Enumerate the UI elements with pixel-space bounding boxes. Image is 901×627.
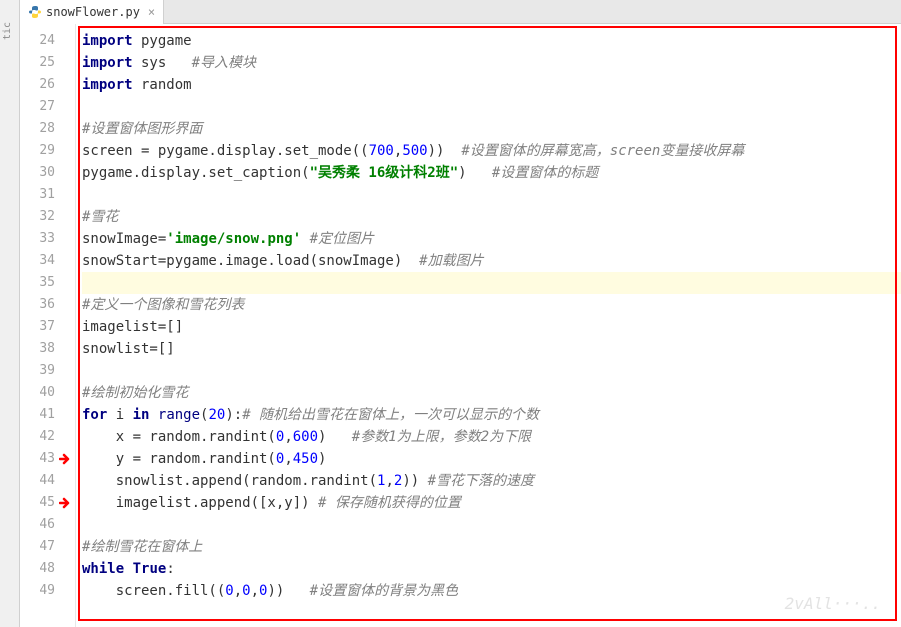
code-area[interactable]: 2vAll···.. import pygameimport sys #导入模块… xyxy=(76,24,901,627)
line-number: 27 xyxy=(20,96,75,118)
code-line[interactable]: screen.fill((0,0,0)) #设置窗体的背景为黑色 xyxy=(82,580,901,602)
code-line[interactable]: import pygame xyxy=(82,30,901,52)
line-number: 28 xyxy=(20,118,75,140)
code-line[interactable]: #雪花 xyxy=(82,206,901,228)
line-number: 24 xyxy=(20,30,75,52)
watermark: 2vAll···.. xyxy=(785,594,881,613)
line-number: 30 xyxy=(20,162,75,184)
sidebar-label: tic xyxy=(2,22,13,40)
code-line[interactable]: pygame.display.set_caption("吴秀柔 16级计科2班"… xyxy=(82,162,901,184)
tab-bar: snowFlower.py × xyxy=(20,0,901,24)
line-number: 34 xyxy=(20,250,75,272)
line-number: 45 xyxy=(20,492,75,514)
line-number: 38 xyxy=(20,338,75,360)
python-file-icon xyxy=(28,5,42,19)
code-line[interactable]: snowStart=pygame.image.load(snowImage) #… xyxy=(82,250,901,272)
code-line[interactable]: imagelist=[] xyxy=(82,316,901,338)
code-line[interactable]: imagelist.append([x,y]) # 保存随机获得的位置 xyxy=(82,492,901,514)
line-number: 42 xyxy=(20,426,75,448)
line-number: 25 xyxy=(20,52,75,74)
tab-filename: snowFlower.py xyxy=(46,5,140,19)
line-number: 26 xyxy=(20,74,75,96)
editor-area: 2425262728293031323334353637383940414243… xyxy=(20,24,901,627)
code-line[interactable] xyxy=(82,360,901,382)
line-number: 39 xyxy=(20,360,75,382)
line-number: 33 xyxy=(20,228,75,250)
left-sidebar: tic xyxy=(0,0,20,627)
line-number: 37 xyxy=(20,316,75,338)
line-number: 35 xyxy=(20,272,75,294)
code-line[interactable]: snowlist=[] xyxy=(82,338,901,360)
line-number: 32 xyxy=(20,206,75,228)
code-line[interactable] xyxy=(82,184,901,206)
line-number: 41 xyxy=(20,404,75,426)
line-number: 29 xyxy=(20,140,75,162)
code-line[interactable]: snowlist.append(random.randint(1,2)) #雪花… xyxy=(82,470,901,492)
code-line[interactable]: import sys #导入模块 xyxy=(82,52,901,74)
line-number: 36 xyxy=(20,294,75,316)
code-line[interactable] xyxy=(82,514,901,536)
code-line[interactable] xyxy=(82,96,901,118)
line-number: 47 xyxy=(20,536,75,558)
code-line[interactable]: while True: xyxy=(82,558,901,580)
code-line[interactable]: snowImage='image/snow.png' #定位图片 xyxy=(82,228,901,250)
code-line[interactable]: for i in range(20):# 随机给出雪花在窗体上，一次可以显示的个… xyxy=(82,404,901,426)
line-number: 46 xyxy=(20,514,75,536)
line-number: 43 xyxy=(20,448,75,470)
code-line[interactable]: #绘制初始化雪花 xyxy=(82,382,901,404)
code-line[interactable]: import random xyxy=(82,74,901,96)
close-icon[interactable]: × xyxy=(148,5,155,19)
line-number: 48 xyxy=(20,558,75,580)
line-number: 40 xyxy=(20,382,75,404)
code-line[interactable]: screen = pygame.display.set_mode((700,50… xyxy=(82,140,901,162)
line-number: 49 xyxy=(20,580,75,602)
gutter: 2425262728293031323334353637383940414243… xyxy=(20,24,76,627)
code-line[interactable]: #绘制雪花在窗体上 xyxy=(82,536,901,558)
file-tab[interactable]: snowFlower.py × xyxy=(20,0,164,24)
code-line[interactable]: #设置窗体图形界面 xyxy=(82,118,901,140)
line-number: 44 xyxy=(20,470,75,492)
code-line[interactable] xyxy=(82,272,901,294)
code-line[interactable]: #定义一个图像和雪花列表 xyxy=(82,294,901,316)
code-line[interactable]: x = random.randint(0,600) #参数1为上限，参数2为下限 xyxy=(82,426,901,448)
line-number: 31 xyxy=(20,184,75,206)
code-line[interactable]: y = random.randint(0,450) xyxy=(82,448,901,470)
